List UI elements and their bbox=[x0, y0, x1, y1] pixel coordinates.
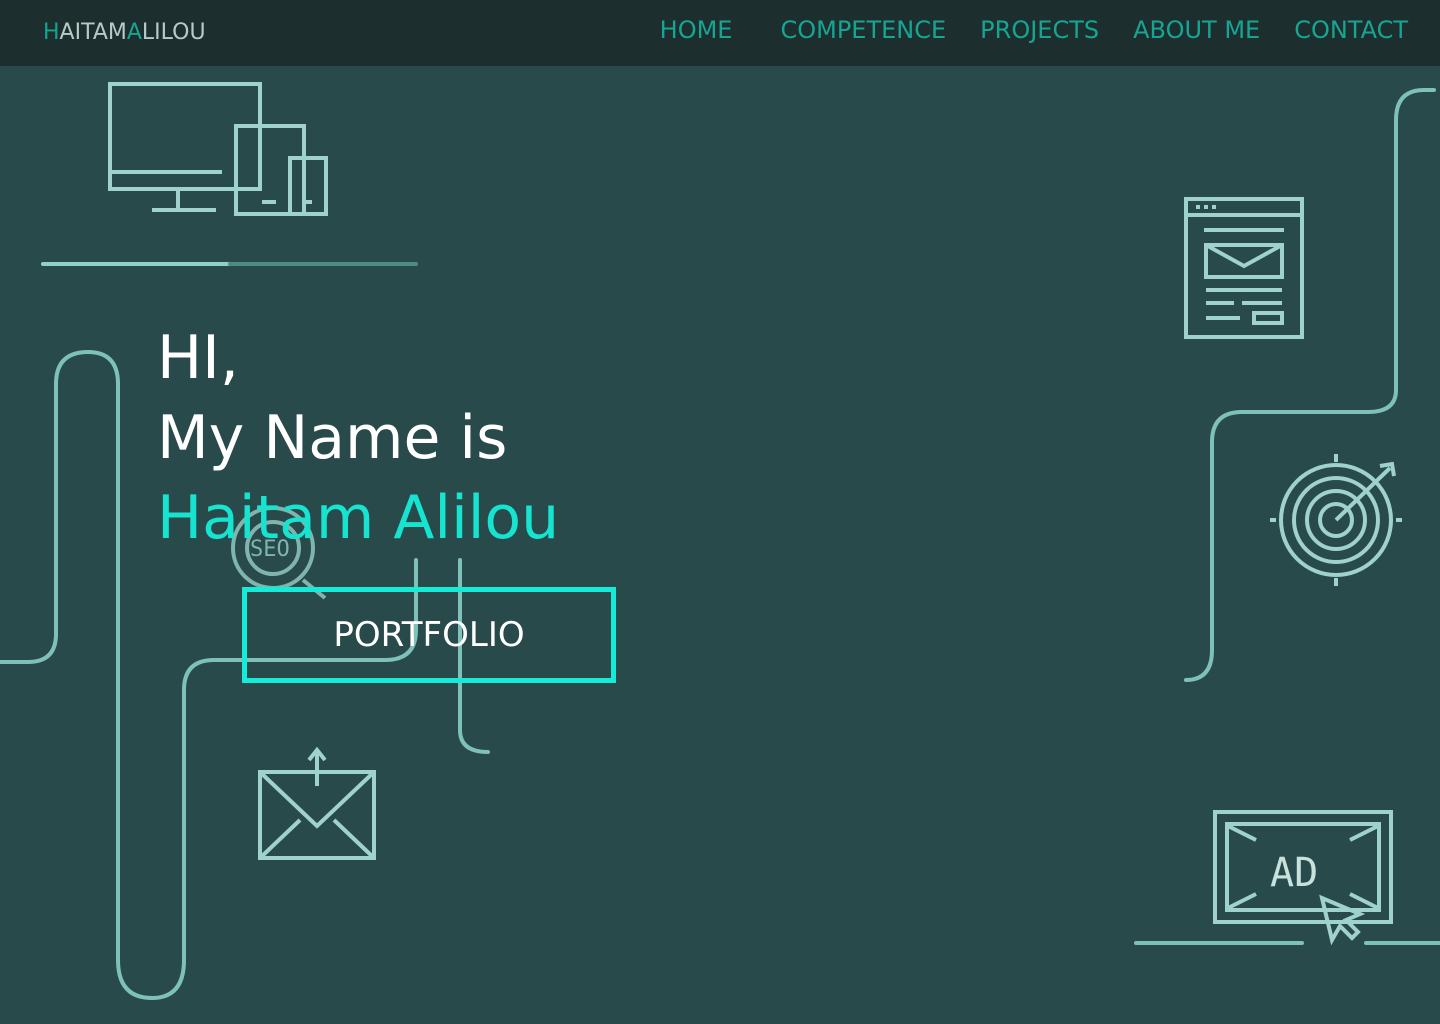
hero-name: Haitam Alilou bbox=[157, 483, 560, 553]
logo-first-initial: H bbox=[43, 20, 60, 45]
logo-last-rest: LILOU bbox=[141, 20, 206, 45]
main-nav: HOME COMPETENCE PROJECTS ABOUT ME CONTAC… bbox=[660, 16, 1408, 44]
nav-home[interactable]: HOME bbox=[660, 16, 733, 44]
nav-contact[interactable]: CONTACT bbox=[1294, 16, 1408, 44]
logo-last-initial: A bbox=[126, 20, 142, 45]
nav-projects[interactable]: PROJECTS bbox=[980, 16, 1099, 44]
portfolio-button[interactable]: PORTFOLIO bbox=[242, 587, 616, 683]
hero-heading: HI, My Name is Haitam Alilou bbox=[157, 318, 559, 558]
nav-competence[interactable]: COMPETENCE bbox=[780, 16, 946, 44]
ad-label: AD bbox=[1270, 850, 1318, 896]
hero-greeting: HI, bbox=[157, 323, 239, 393]
site-logo[interactable]: HAITAMALILOU bbox=[43, 20, 206, 45]
hero-intro: My Name is bbox=[157, 403, 508, 473]
top-navbar: HAITAMALILOU HOME COMPETENCE PROJECTS AB… bbox=[0, 0, 1440, 66]
logo-first-rest: AITAM bbox=[59, 20, 127, 45]
nav-about-me[interactable]: ABOUT ME bbox=[1133, 16, 1260, 44]
